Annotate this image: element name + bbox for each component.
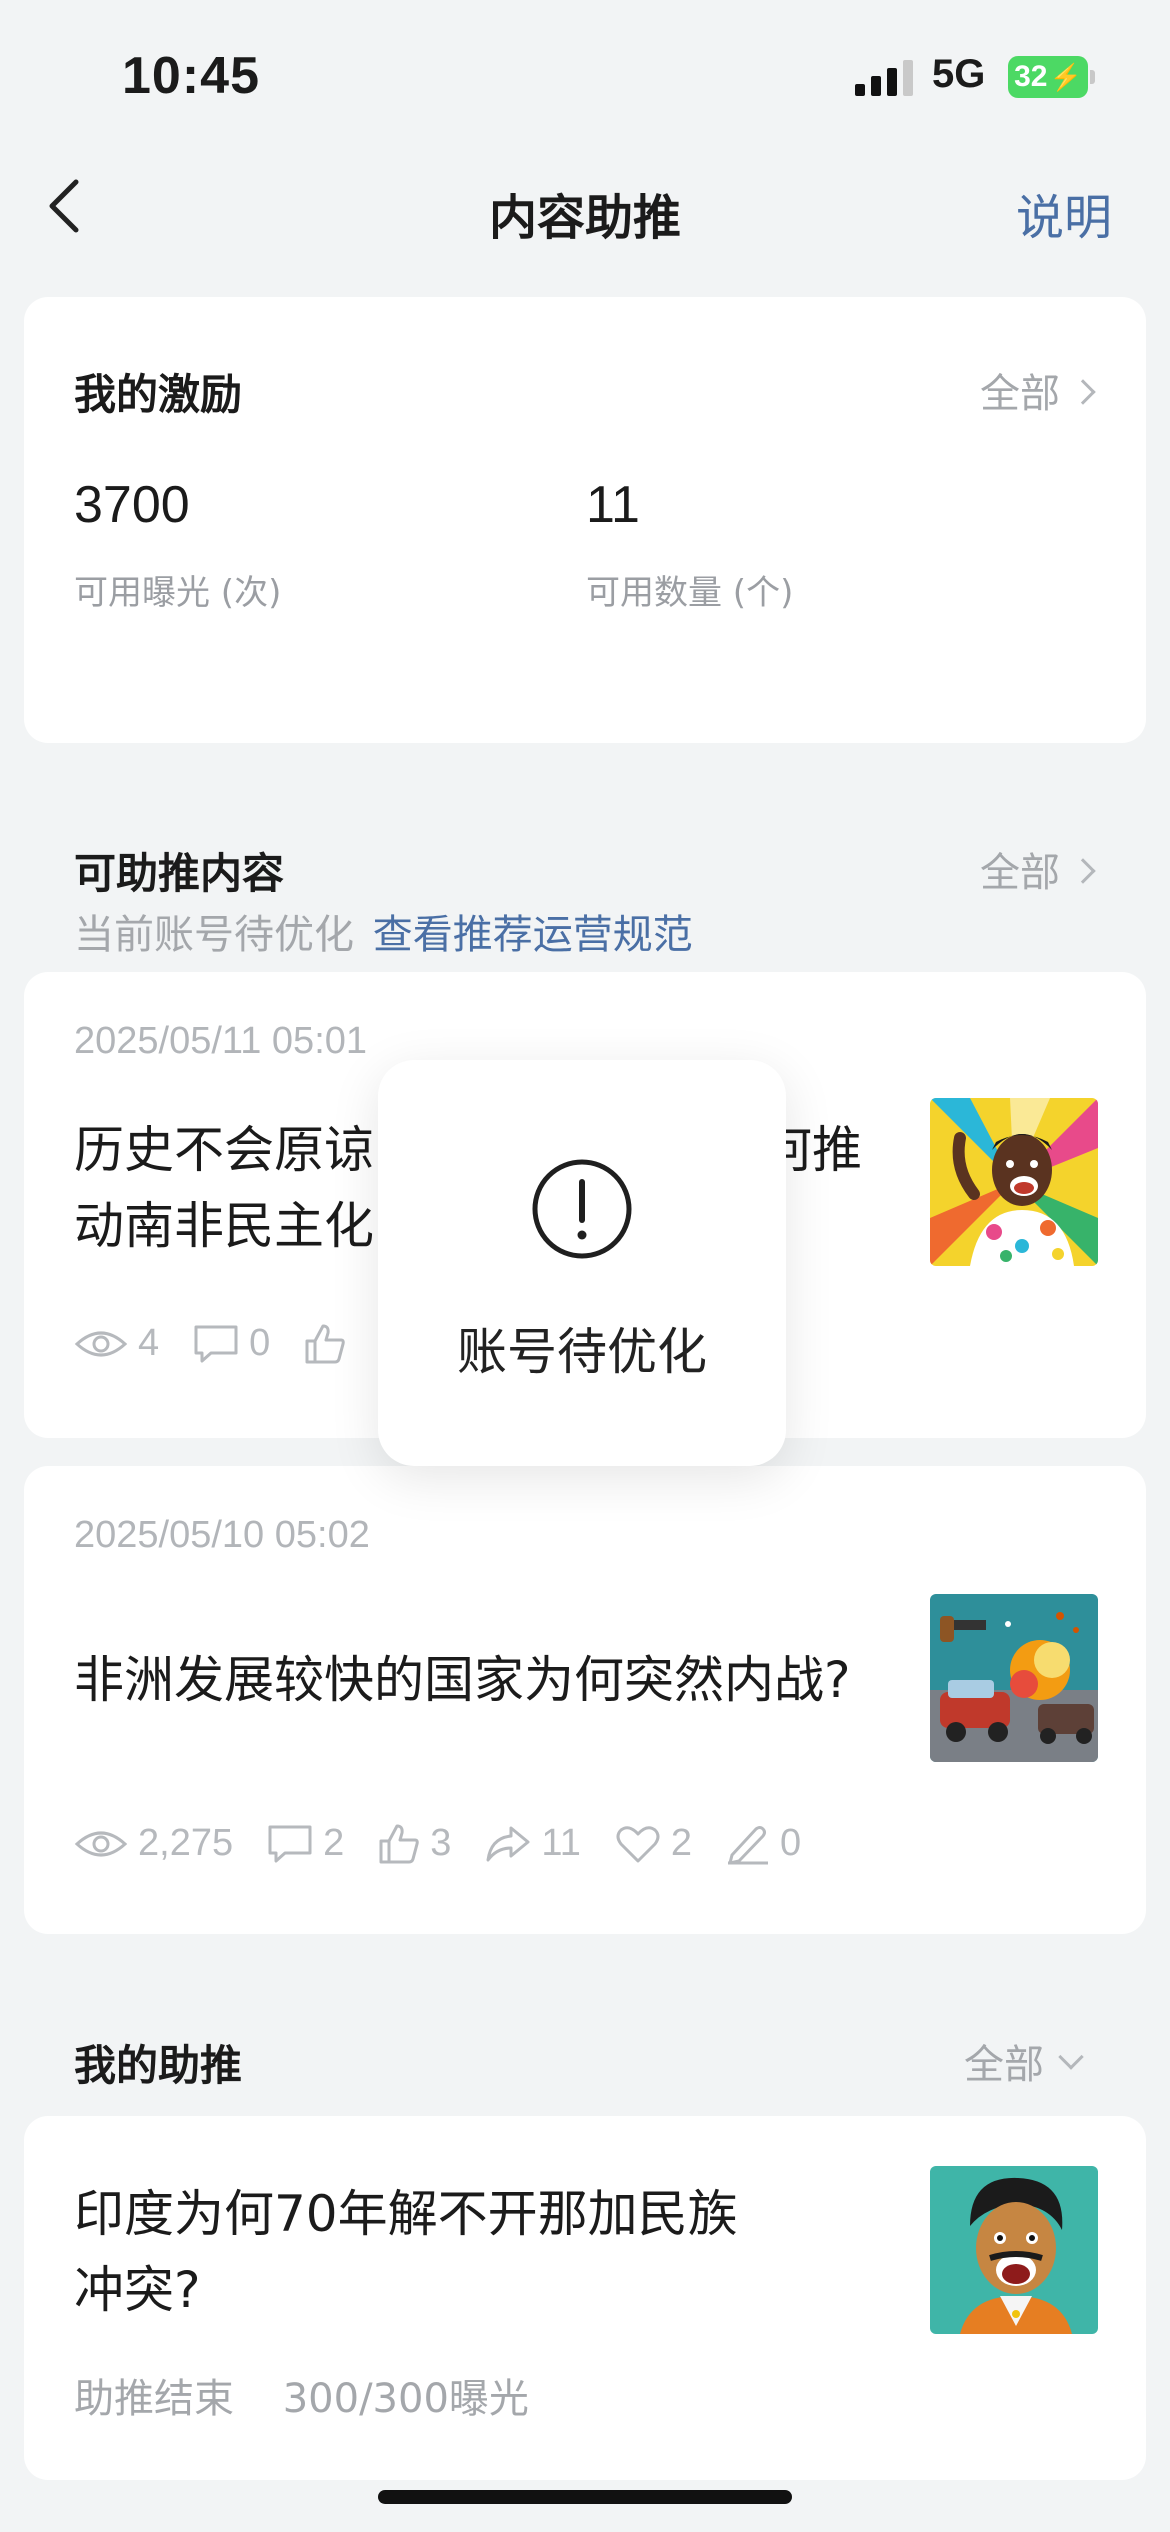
quota-label: 可用数量 (个) bbox=[586, 573, 794, 613]
thumbs-up-icon bbox=[305, 1324, 346, 1363]
my-boost-filter[interactable]: 全部 bbox=[964, 2032, 1084, 2090]
favorites-count: 2 bbox=[670, 1822, 692, 1864]
favorites-stat: 2 bbox=[615, 1822, 692, 1865]
article-date: 2025/05/10 05:02 bbox=[74, 1514, 370, 1556]
likes-count: 3 bbox=[430, 1822, 452, 1864]
comment-icon bbox=[194, 1325, 238, 1362]
comments-stat: 2 bbox=[267, 1822, 344, 1865]
heart-icon bbox=[616, 1825, 660, 1862]
thumbs-up-icon bbox=[379, 1824, 419, 1863]
views-stat: 4 bbox=[74, 1322, 159, 1365]
article-stats: 2,275 2 3 11 2 0 bbox=[74, 1822, 801, 1865]
home-indicator[interactable] bbox=[378, 2490, 792, 2504]
article-title-line2: 动南非民主化 bbox=[74, 1197, 374, 1255]
shares-stat: 11 bbox=[485, 1822, 581, 1865]
battery-level: 32 bbox=[1014, 60, 1048, 93]
article-thumbnail bbox=[930, 1594, 1098, 1762]
chevron-down-icon bbox=[1058, 2044, 1084, 2070]
chevron-right-icon bbox=[1070, 858, 1096, 884]
battery-icon: 32 ⚡ bbox=[1008, 56, 1088, 98]
incentive-all-link[interactable]: 全部 bbox=[980, 361, 1096, 419]
boostable-title: 可助推内容 bbox=[74, 849, 285, 898]
edits-count: 0 bbox=[779, 1822, 802, 1864]
likes-stat bbox=[304, 1323, 346, 1365]
cartoon-man-shouting-illustration bbox=[930, 2166, 1098, 2334]
my-boost-title: 我的助推 bbox=[74, 2041, 243, 2090]
comments-count: 0 bbox=[249, 1322, 271, 1364]
status-time: 10:45 bbox=[122, 47, 260, 105]
boost-item-status: 助推结束 bbox=[74, 2376, 234, 2422]
account-warning-toast: 账号待优化 bbox=[378, 1060, 786, 1466]
incentive-card: 我的激励 全部 3700 可用曝光 (次) 11 可用数量 (个) bbox=[24, 297, 1146, 743]
article-stats: 4 0 bbox=[74, 1322, 346, 1365]
page-title: 内容助推 bbox=[488, 190, 681, 246]
comment-icon bbox=[268, 1825, 312, 1862]
exposure-value: 3700 bbox=[74, 476, 190, 534]
my-boost-filter-label: 全部 bbox=[964, 2042, 1044, 2088]
ops-guideline-link[interactable]: 查看推荐运营规范 bbox=[373, 912, 693, 958]
chevron-right-icon bbox=[1070, 379, 1096, 405]
incentive-title: 我的激励 bbox=[74, 370, 243, 419]
article-date: 2025/05/11 05:01 bbox=[74, 1020, 368, 1062]
battery-tip bbox=[1090, 70, 1095, 84]
article-thumbnail bbox=[930, 1098, 1098, 1266]
views-count: 2,275 bbox=[138, 1822, 234, 1864]
share-icon bbox=[486, 1826, 530, 1861]
boost-item-progress: 300/300曝光 bbox=[282, 2376, 529, 2422]
comments-count: 2 bbox=[323, 1822, 345, 1864]
article-title: 非洲发展较快的国家为何突然内战? bbox=[74, 1651, 851, 1709]
article-title-line1: 历史不会原谅 bbox=[74, 1112, 374, 1188]
account-status-text: 当前账号待优化 bbox=[74, 912, 354, 958]
boost-item-thumbnail bbox=[930, 2166, 1098, 2334]
article-title-part-a: 历史不会原谅 bbox=[74, 1121, 374, 1179]
exposure-label: 可用曝光 (次) bbox=[74, 573, 282, 613]
boost-item-title-line2: 冲突? bbox=[74, 2261, 201, 2319]
boost-item-card[interactable]: 印度为何70年解不开那加民族 冲突? 助推结束 300/300曝光 bbox=[24, 2116, 1146, 2480]
shares-count: 11 bbox=[541, 1822, 581, 1864]
comments-stat: 0 bbox=[193, 1322, 270, 1365]
quota-value: 11 bbox=[586, 476, 640, 534]
article-card[interactable]: 2025/05/10 05:02 非洲发展较快的国家为何突然内战? 2,275 … bbox=[24, 1466, 1146, 1934]
boostable-all-link[interactable]: 全部 bbox=[980, 840, 1096, 898]
views-count: 4 bbox=[138, 1322, 160, 1364]
eye-icon bbox=[74, 1831, 128, 1856]
toast-message: 账号待优化 bbox=[457, 1323, 707, 1381]
eye-icon bbox=[74, 1331, 128, 1356]
likes-stat: 3 bbox=[378, 1822, 451, 1865]
boost-item-title-line1: 印度为何70年解不开那加民族 bbox=[74, 2185, 738, 2243]
account-status-line: 当前账号待优化 查看推荐运营规范 bbox=[74, 902, 693, 960]
exclamation-circle-icon bbox=[532, 1159, 632, 1259]
boostable-all-label: 全部 bbox=[980, 850, 1060, 896]
help-link[interactable]: 说明 bbox=[1016, 178, 1112, 248]
network-label: 5G bbox=[932, 52, 986, 96]
boost-item-meta: 助推结束 300/300曝光 bbox=[74, 2366, 529, 2424]
incentive-all-label: 全部 bbox=[980, 371, 1060, 417]
conflict-illustration bbox=[930, 1594, 1098, 1762]
edits-stat: 0 bbox=[726, 1822, 801, 1865]
signal-icon bbox=[855, 60, 913, 96]
pen-icon bbox=[727, 1825, 768, 1864]
cartoon-man-illustration bbox=[930, 1098, 1098, 1266]
views-stat: 2,275 bbox=[74, 1822, 233, 1865]
